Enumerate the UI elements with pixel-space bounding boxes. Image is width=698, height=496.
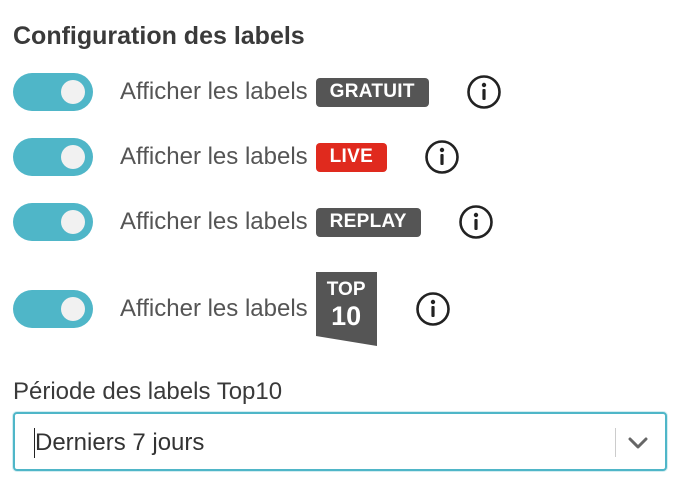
toggle-gratuit[interactable] (13, 73, 93, 111)
toggle-replay[interactable] (13, 203, 93, 241)
toggle-knob (61, 80, 85, 104)
toggle-knob (61, 210, 85, 234)
section-title: Configuration des labels (13, 22, 305, 50)
chevron-down-icon[interactable] (626, 431, 650, 455)
row-label: Afficher les labels (120, 295, 308, 322)
badge-live: LIVE (315, 142, 388, 172)
label-row-top10: Afficher les labels TOP 10 (13, 272, 451, 346)
toggle-top10[interactable] (13, 290, 93, 328)
row-label: Afficher les labels (120, 208, 308, 235)
label-row-replay: Afficher les labels REPLAY (13, 202, 494, 242)
info-circle-icon[interactable] (424, 139, 460, 175)
period-select[interactable]: Derniers 7 jours (13, 412, 667, 471)
label-row-gratuit: Afficher les labels GRATUIT (13, 72, 502, 112)
toggle-knob (61, 297, 85, 321)
badge-top10-number: 10 (331, 301, 362, 331)
toggle-knob (61, 145, 85, 169)
info-circle-icon[interactable] (415, 291, 451, 327)
period-select-value: Derniers 7 jours (35, 429, 205, 456)
row-label: Afficher les labels (120, 143, 308, 170)
info-circle-icon[interactable] (458, 204, 494, 240)
badge-replay: REPLAY (315, 207, 421, 237)
badge-top10: TOP 10 (315, 272, 377, 346)
badge-top10-top: TOP (326, 279, 366, 300)
label-row-live: Afficher les labels LIVE (13, 137, 460, 177)
period-label: Période des labels Top10 (13, 378, 283, 405)
select-separator (615, 428, 616, 457)
badge-gratuit: GRATUIT (315, 77, 429, 107)
row-label: Afficher les labels (120, 78, 308, 105)
info-circle-icon[interactable] (466, 74, 502, 110)
toggle-live[interactable] (13, 138, 93, 176)
